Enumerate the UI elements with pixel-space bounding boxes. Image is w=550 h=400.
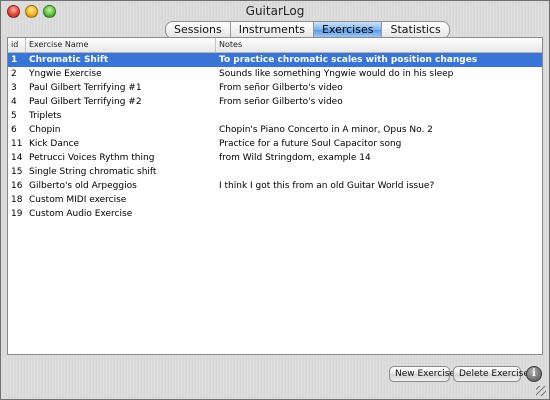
info-icon[interactable]: i <box>526 366 542 382</box>
tab-statistics[interactable]: Statistics <box>382 22 448 38</box>
cell-id: 11 <box>11 139 23 149</box>
cell-exercise-name: Paul Gilbert Terrifying #1 <box>29 83 142 93</box>
cell-id: 3 <box>11 83 17 93</box>
zoom-window-button[interactable] <box>43 5 56 18</box>
minimize-window-button[interactable] <box>25 5 38 18</box>
cell-notes: from Wild Stringdom, example 14 <box>219 153 371 163</box>
table-row[interactable]: 1 Chromatic Shift To practice chromatic sc… <box>8 53 542 67</box>
title-bar: GuitarLog <box>1 1 549 23</box>
table-row[interactable]: 6 Chopin Chopin's Piano Concerto in A mino… <box>8 123 542 137</box>
cell-id: 2 <box>11 69 17 79</box>
exercises-table: id Exercise Name Notes 1 Chromatic Shift T… <box>7 37 543 355</box>
table-row[interactable]: 16 Gilberto's old Arpeggios I think I got … <box>8 179 542 193</box>
cell-id: 4 <box>11 97 17 107</box>
table-body: 1 Chromatic Shift To practice chromatic sc… <box>8 53 542 221</box>
table-row[interactable]: 15 Single String chromatic shift <box>8 165 542 179</box>
cell-exercise-name: Chromatic Shift <box>29 55 109 65</box>
cell-exercise-name: Triplets <box>29 111 62 121</box>
table-row[interactable]: 19 Custom Audio Exercise <box>8 207 542 221</box>
cell-id: 5 <box>11 111 17 121</box>
cell-notes: From señor Gilberto's video <box>219 97 343 107</box>
table-row[interactable]: 2 Yngwie Exercise Sounds like something Yn… <box>8 67 542 81</box>
cell-id: 15 <box>11 167 23 177</box>
cell-notes: Chopin's Piano Concerto in A minor, Opus… <box>219 125 433 135</box>
column-header-notes[interactable]: Notes <box>216 38 542 52</box>
close-window-button[interactable] <box>7 5 20 18</box>
new-exercise-button[interactable]: New Exercise <box>389 366 455 382</box>
cell-exercise-name: Paul Gilbert Terrifying #2 <box>29 97 142 107</box>
cell-exercise-name: Chopin <box>29 125 61 135</box>
table-row[interactable]: 11 Kick Dance Practice for a future Soul C… <box>8 137 542 151</box>
cell-notes <box>216 165 542 179</box>
cell-id: 14 <box>11 153 23 163</box>
table-row[interactable]: 4 Paul Gilbert Terrifying #2 From señor Gi… <box>8 95 542 109</box>
cell-exercise-name: Gilberto's old Arpeggios <box>29 181 137 191</box>
tab-sessions[interactable]: Sessions <box>166 22 231 38</box>
app-window: GuitarLog Sessions Instruments Exercises… <box>0 0 550 400</box>
cell-notes: To practice chromatic scales with positi… <box>219 55 478 65</box>
cell-notes: From señor Gilberto's video <box>219 83 343 93</box>
window-title: GuitarLog <box>245 4 305 18</box>
delete-exercise-button[interactable]: Delete Exercise <box>453 366 529 382</box>
column-header-id[interactable]: id <box>8 38 26 52</box>
cell-exercise-name: Custom MIDI exercise <box>29 195 127 205</box>
cell-id: 19 <box>11 209 23 219</box>
cell-exercise-name: Kick Dance <box>29 139 80 149</box>
cell-notes: I think I got this from an old Guitar Wo… <box>219 181 435 191</box>
column-header-exercise-name[interactable]: Exercise Name <box>26 38 216 52</box>
resize-grip-icon[interactable] <box>536 386 546 396</box>
table-row[interactable]: 18 Custom MIDI exercise <box>8 193 542 207</box>
table-header: id Exercise Name Notes <box>8 38 542 53</box>
table-row[interactable]: 14 Petrucci Voices Rythm thing from Wild S… <box>8 151 542 165</box>
table-row[interactable]: 3 Paul Gilbert Terrifying #1 From señor Gi… <box>8 81 542 95</box>
cell-exercise-name: Custom Audio Exercise <box>29 209 133 219</box>
cell-id: 1 <box>11 55 18 65</box>
cell-exercise-name: Single String chromatic shift <box>29 167 157 177</box>
cell-exercise-name: Yngwie Exercise <box>29 69 102 79</box>
cell-notes <box>216 193 542 207</box>
tab-instruments[interactable]: Instruments <box>231 22 314 38</box>
cell-notes: Practice for a future Soul Capacitor son… <box>219 139 402 149</box>
table-row[interactable]: 5 Triplets <box>8 109 542 123</box>
cell-id: 16 <box>11 181 23 191</box>
cell-notes: Sounds like something Yngwie would do in… <box>219 69 454 79</box>
cell-notes <box>216 207 542 221</box>
cell-id: 6 <box>11 125 17 135</box>
tab-exercises[interactable]: Exercises <box>313 22 383 38</box>
cell-exercise-name: Petrucci Voices Rythm thing <box>29 153 155 163</box>
cell-notes <box>216 109 542 123</box>
cell-id: 18 <box>11 195 23 205</box>
